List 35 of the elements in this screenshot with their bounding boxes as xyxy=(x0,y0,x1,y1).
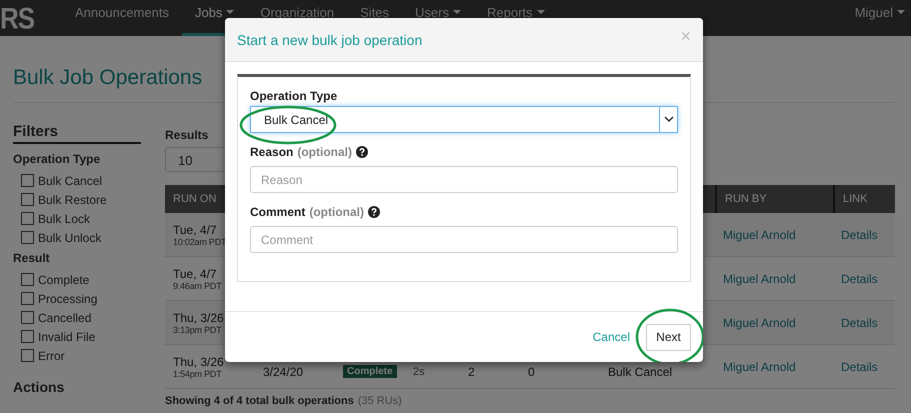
time-text: 9:46am PDT xyxy=(173,280,223,290)
filter-group-heading: Result xyxy=(13,251,51,265)
results-label: Results xyxy=(165,128,208,142)
date-text: Thu, 3/26 xyxy=(173,354,225,368)
checkbox-label: Processing xyxy=(38,292,98,306)
optional-hint: (optional) xyxy=(297,145,352,159)
time-text: 3:13pm PDT xyxy=(173,324,223,334)
optional-hint: (optional) xyxy=(309,205,364,219)
date-text: Thu, 3/26 xyxy=(173,310,225,324)
field-label: Operation Type xyxy=(250,89,338,103)
time-text: 1:54pm PDT xyxy=(173,368,223,378)
summary-note: (35 RUs) xyxy=(358,395,402,407)
table-cell: 2s xyxy=(413,366,425,378)
date-text: Tue, 4/7 xyxy=(173,222,218,236)
checkbox-label: Error xyxy=(38,348,65,362)
table-cell: Bulk Cancel xyxy=(608,364,672,378)
filters-heading: Filters xyxy=(13,123,141,144)
table-cell: 0 xyxy=(528,364,535,378)
checkbox-label: Bulk Unlock xyxy=(38,230,102,244)
checkbox-label: Bulk Lock xyxy=(38,212,90,226)
date-text: Tue, 4/7 xyxy=(173,266,218,280)
checkbox-label: Cancelled xyxy=(38,310,92,324)
table-cell: 2 xyxy=(468,364,475,378)
summary-text: Showing 4 of 4 total bulk operations xyxy=(165,395,354,407)
checkbox-label: Bulk Restore xyxy=(38,192,107,206)
checkbox-label: Complete xyxy=(38,272,90,286)
actions-heading: Actions xyxy=(13,379,66,395)
checkbox-label: Bulk Cancel xyxy=(38,174,102,188)
column-header: RUN ON xyxy=(172,192,218,207)
filter-group-heading: Operation Type xyxy=(13,152,102,166)
checkbox-label: Invalid File xyxy=(38,330,96,344)
status-badge: Complete xyxy=(343,365,397,378)
field-label: Comment xyxy=(250,205,306,219)
table-cell: 3/24/20 xyxy=(263,364,304,378)
time-text: 10:02am PDT xyxy=(173,236,228,246)
